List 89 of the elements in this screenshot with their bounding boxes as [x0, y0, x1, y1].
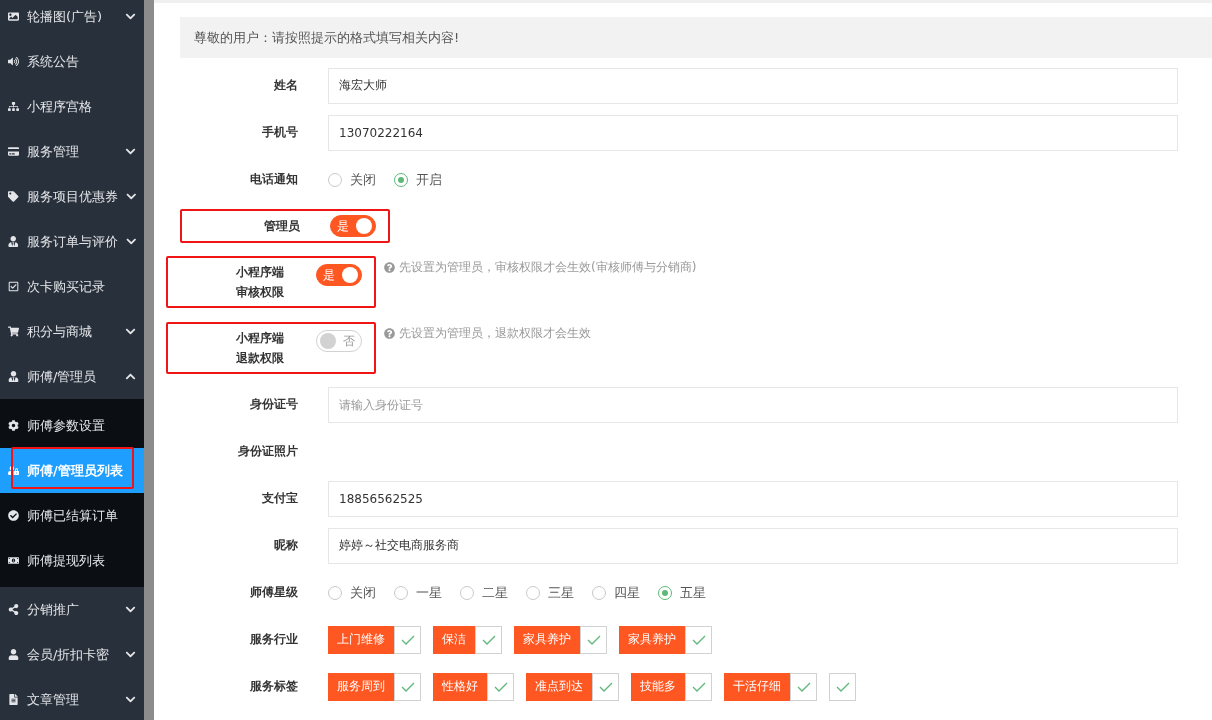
- tag-checkbox[interactable]: [394, 672, 421, 701]
- input-field[interactable]: 请输入身份证号: [328, 386, 1178, 423]
- tag-label: 服务周到: [328, 672, 394, 701]
- check-icon: [835, 681, 850, 692]
- tag-checkbox[interactable]: [829, 672, 856, 701]
- menu-icon: [8, 11, 19, 22]
- radio-option[interactable]: 五星: [658, 583, 706, 602]
- menu-icon: [8, 555, 19, 566]
- sidebar-item[interactable]: 分销推广: [0, 587, 144, 632]
- menu-icon: [8, 191, 19, 202]
- sidebar-item[interactable]: 服务管理: [0, 129, 144, 174]
- menu-icon: [8, 101, 19, 112]
- field-label: 服务标签: [250, 678, 298, 695]
- field-label: 服务行业: [250, 631, 298, 648]
- field-label: 管理员: [264, 217, 300, 235]
- field-label: 师傅星级: [250, 584, 298, 601]
- sidebar-item[interactable]: 次卡购买记录: [0, 264, 144, 309]
- input-field[interactable]: 海宏大师: [328, 67, 1178, 104]
- input-field[interactable]: 13070222164: [328, 114, 1178, 151]
- menu-icon: [8, 236, 19, 247]
- radio-option[interactable]: 一星: [394, 583, 442, 602]
- check-icon: [691, 634, 706, 645]
- field-label: 姓名: [274, 77, 298, 94]
- menu-icon: [8, 510, 19, 521]
- tag-label: 准点到达: [526, 672, 592, 701]
- menu-icon: [8, 56, 19, 67]
- menu-icon: [8, 146, 19, 157]
- menu-icon: [8, 694, 19, 705]
- sidebar-item[interactable]: 系统公告: [0, 39, 144, 84]
- menu-icon: [8, 604, 19, 615]
- radio-option[interactable]: 二星: [460, 583, 508, 602]
- tag-label: 家具养护: [514, 625, 580, 654]
- field-label: 电话通知: [250, 171, 298, 188]
- tag-checkbox[interactable]: [592, 672, 619, 701]
- help-icon: [384, 328, 395, 339]
- tag-label: 上门维修: [328, 625, 394, 654]
- menu-icon: [8, 649, 19, 660]
- check-icon: [400, 681, 415, 692]
- sidebar-item[interactable]: 文章管理: [0, 677, 144, 720]
- sidebar-item[interactable]: 小程序宫格: [0, 84, 144, 129]
- menu-icon: [8, 465, 19, 476]
- field-label: 身份证照片: [238, 443, 298, 460]
- sidebar-item[interactable]: 师傅/管理员: [0, 354, 144, 399]
- menu-icon: [8, 281, 19, 292]
- tag-checkbox[interactable]: [394, 625, 421, 654]
- tag-label: 技能多: [631, 672, 685, 701]
- field-label: 小程序端审核权限: [235, 264, 285, 301]
- radio-option[interactable]: 开启: [394, 170, 442, 189]
- radio-option[interactable]: 关闭: [328, 170, 376, 189]
- check-icon: [400, 634, 415, 645]
- field-label: 身份证号: [250, 396, 298, 413]
- check-icon: [481, 634, 496, 645]
- field-label: 小程序端退款权限: [235, 330, 285, 367]
- field-label: 支付宝: [262, 490, 298, 507]
- hint-text: 先设置为管理员，审核权限才会生效(审核师傅与分销商): [399, 259, 697, 276]
- tag-label: 干活仔细: [724, 672, 790, 701]
- notice-text: 尊敬的用户：请按照提示的格式填写相关内容!: [180, 17, 1212, 58]
- radio-option[interactable]: 三星: [526, 583, 574, 602]
- menu-icon: [8, 326, 19, 337]
- radio-option[interactable]: 关闭: [328, 583, 376, 602]
- sidebar-item[interactable]: 服务项目优惠券: [0, 174, 144, 219]
- tag-label: 性格好: [433, 672, 487, 701]
- sidebar-item[interactable]: 轮播图(广告): [0, 0, 144, 39]
- hint-text: 先设置为管理员，退款权限才会生效: [399, 325, 591, 342]
- tag-label: 保洁: [433, 625, 475, 654]
- check-icon: [586, 634, 601, 645]
- field-label: 昵称: [274, 537, 298, 554]
- menu-icon: [8, 371, 19, 382]
- tag-checkbox[interactable]: [580, 625, 607, 654]
- sidebar-item[interactable]: 会员/折扣卡密: [0, 632, 144, 677]
- tag-checkbox[interactable]: [790, 672, 817, 701]
- input-field[interactable]: 婷婷～社交电商服务商: [328, 527, 1178, 564]
- menu-icon: [8, 420, 19, 431]
- scrollbar[interactable]: [144, 0, 154, 720]
- check-icon: [796, 681, 811, 692]
- tag-label: 家具养护: [619, 625, 685, 654]
- check-icon: [691, 681, 706, 692]
- field-label: 手机号: [262, 124, 298, 141]
- input-field[interactable]: 18856562525: [328, 480, 1178, 517]
- check-icon: [598, 681, 613, 692]
- sidebar-item[interactable]: 服务订单与评价: [0, 219, 144, 264]
- check-icon: [493, 681, 508, 692]
- help-icon: [384, 262, 395, 273]
- tag-checkbox[interactable]: [487, 672, 514, 701]
- tag-checkbox[interactable]: [475, 625, 502, 654]
- tag-checkbox[interactable]: [685, 672, 712, 701]
- tag-checkbox[interactable]: [685, 625, 712, 654]
- radio-option[interactable]: 四星: [592, 583, 640, 602]
- sidebar-item[interactable]: 积分与商城: [0, 309, 144, 354]
